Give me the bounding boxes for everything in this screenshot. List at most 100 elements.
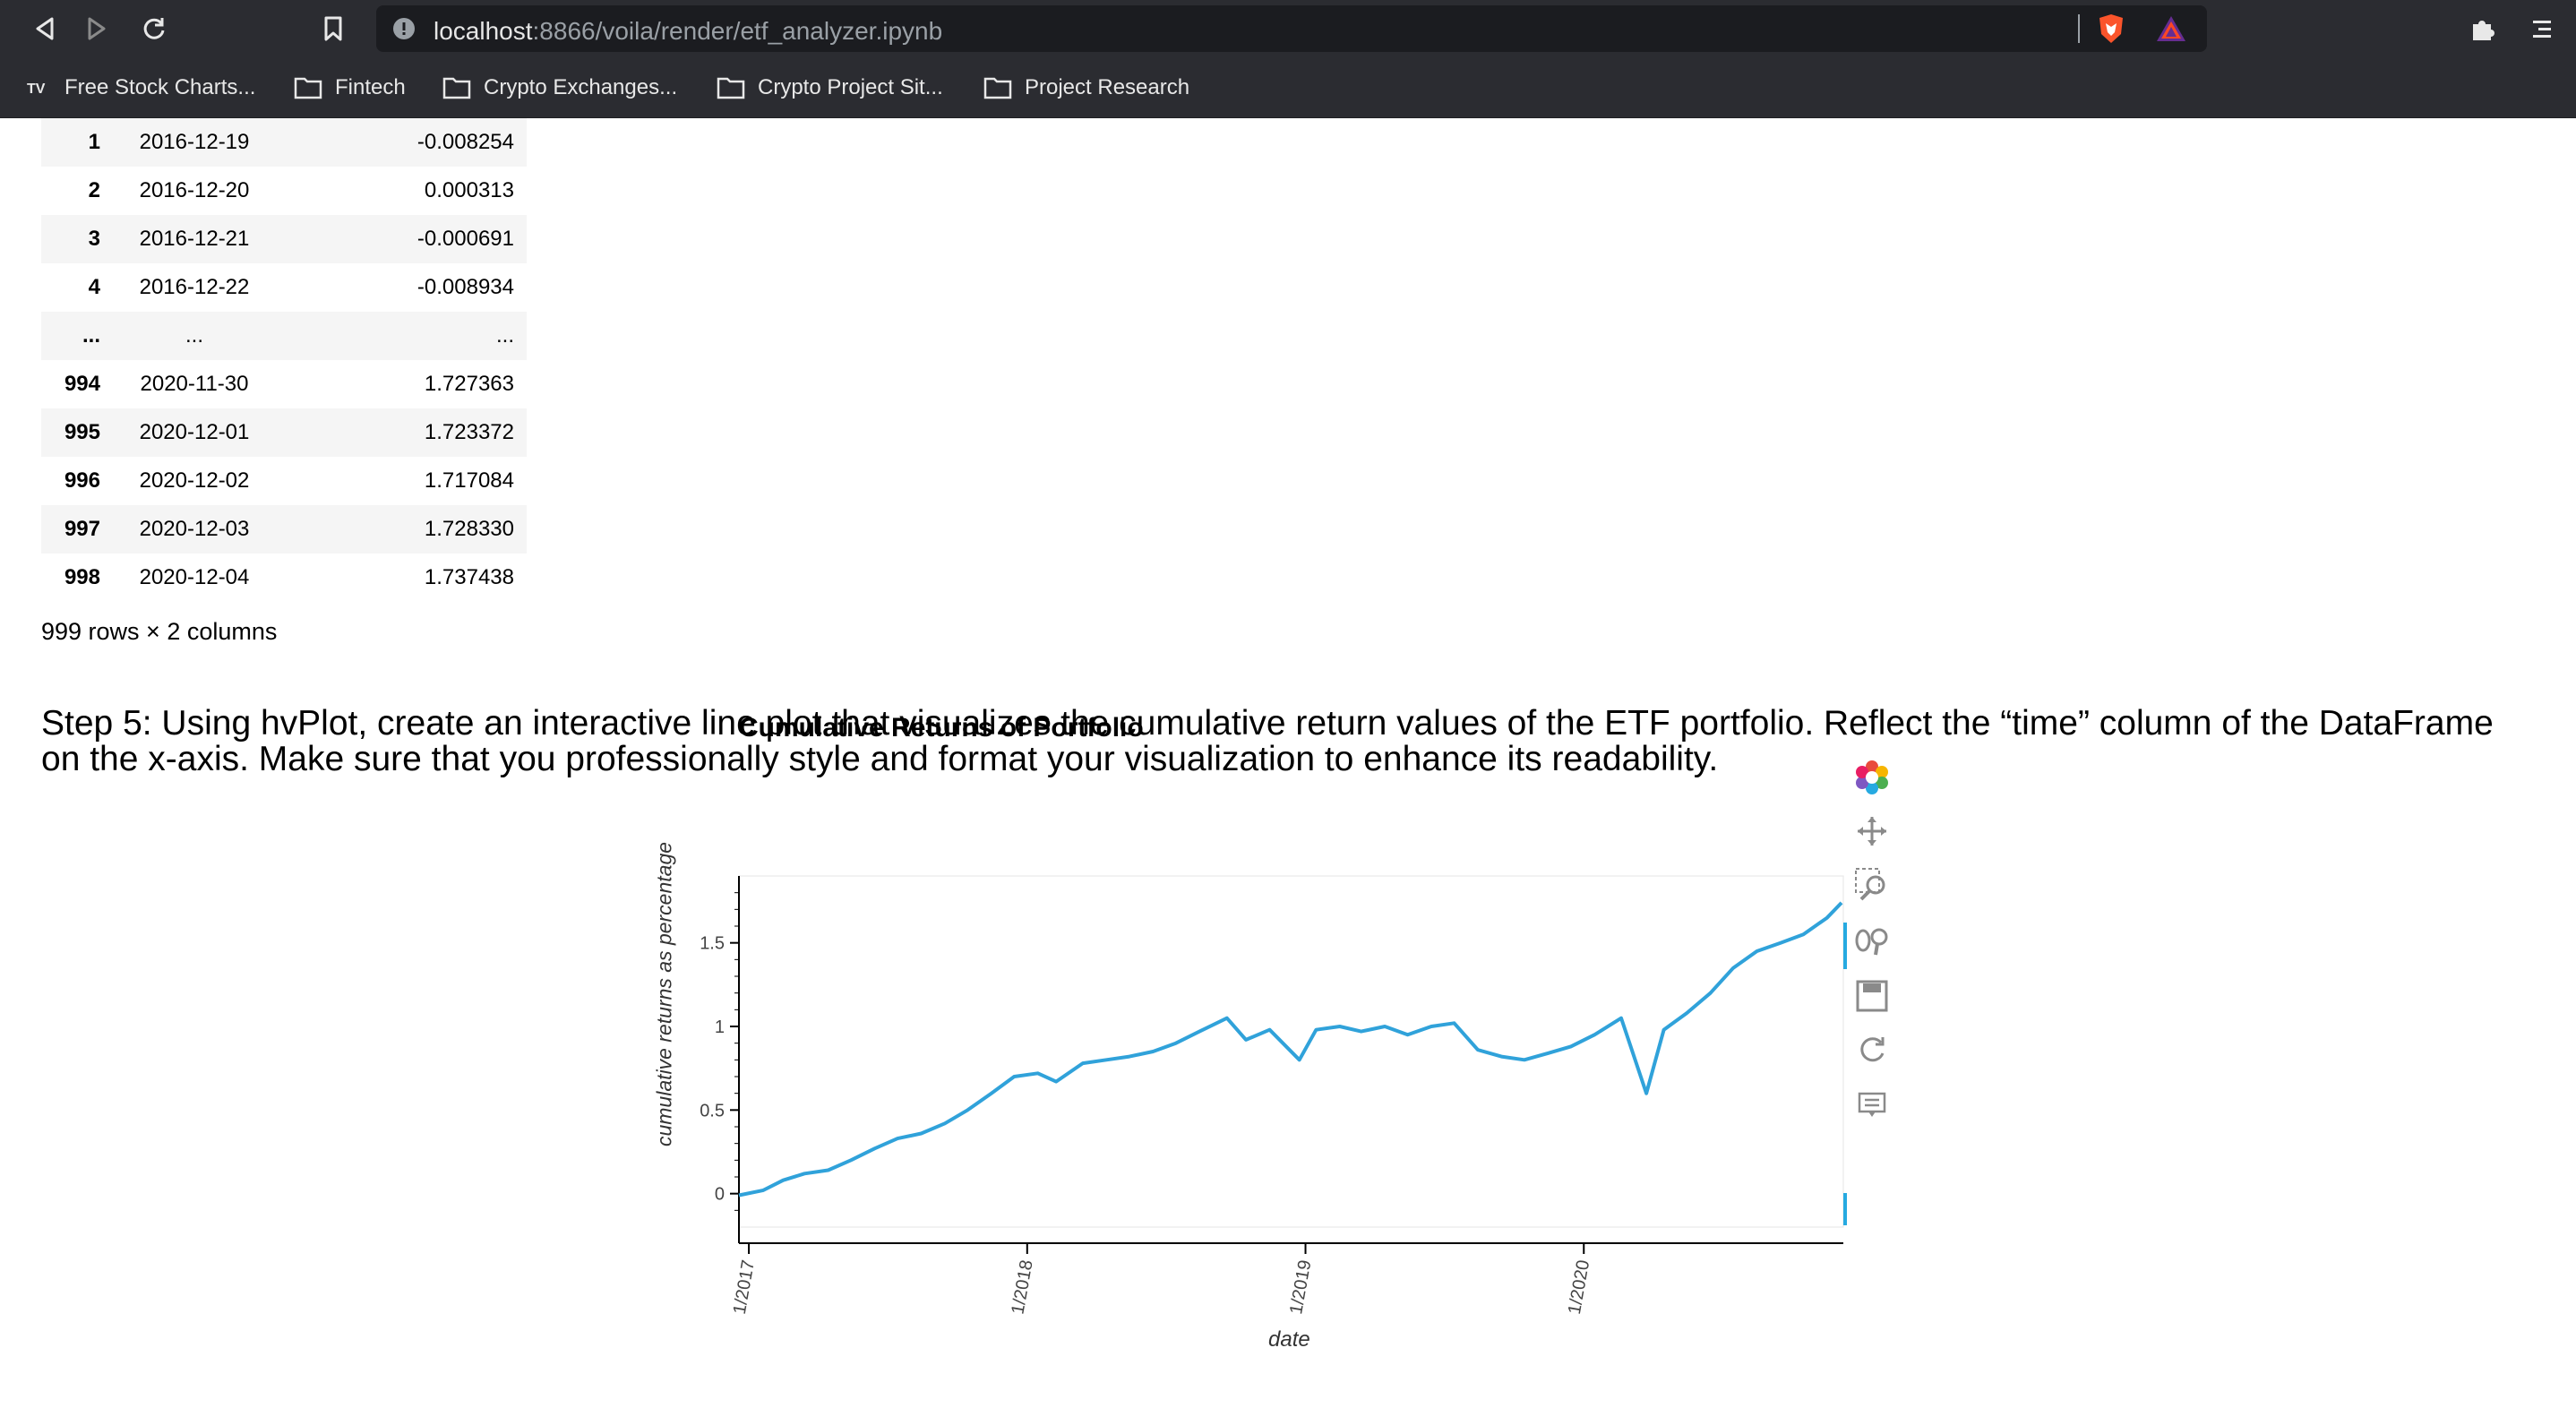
x-tick-label: 1/2020 [1565,1258,1593,1316]
bookmark-project-research[interactable]: Project Research [983,73,1189,102]
row-index-cell: 1 [88,130,100,154]
table-row: 1 2016-12-19 -0.008254 [41,118,527,167]
reload-icon [143,18,165,39]
pan-icon[interactable] [1852,811,1892,851]
browser-toolbar: localhost:8866/voila/render/etf_analyzer… [0,0,2576,57]
svg-text:TV: TV [27,82,46,96]
row-index-cell: 997 [64,517,100,541]
line-chart[interactable]: 0 0.5 1 1.5 1/2017 1/2018 1/2019 1/2020 [627,752,1845,1326]
y-tick-label: 0.5 [700,1101,725,1120]
hover-icon[interactable] [1852,1086,1892,1125]
folder-icon [442,76,471,99]
value-cell: 0.000313 [424,178,514,202]
extensions-button[interactable] [2465,11,2501,47]
bookmark-crypto-exchanges[interactable]: Crypto Exchanges... [442,73,677,102]
y-tick-label: 1 [715,1017,725,1037]
wheel-zoom-icon[interactable] [1852,921,1892,960]
bookmark-free-stock-charts[interactable]: TV Free Stock Charts... [27,73,255,102]
date-cell: 2020-12-01 [139,420,250,444]
table-row: 4 2016-12-22 -0.008934 [41,263,527,312]
bookmark-label: Project Research [1025,75,1190,99]
forward-arrow-icon [88,17,106,40]
folder-icon [983,76,1012,99]
dataframe-table: 1 2016-12-19 -0.008254 2 2016-12-20 0.000313 3… [41,118,527,602]
bokeh-logo-icon[interactable] [1852,758,1892,797]
value-cell: -0.008934 [416,275,514,299]
date-cell: 2020-12-04 [139,565,250,589]
y-tick-label: 1.5 [700,934,725,954]
bookmark-fintech[interactable]: Fintech [294,73,406,102]
row-index-cell: 2 [88,178,100,202]
date-cell: 2016-12-20 [139,178,250,202]
date-cell: ... [185,323,203,348]
brave-shields-icon[interactable] [2096,13,2126,49]
reset-icon[interactable] [1852,1030,1892,1069]
table-row: 996 2020-12-02 1.717084 [41,457,527,505]
back-button[interactable] [27,11,63,47]
row-index-cell: 3 [88,227,100,251]
date-cell: 2016-12-19 [139,130,250,154]
url-text[interactable]: localhost:8866/voila/render/etf_analyzer… [434,17,942,46]
back-arrow-icon [36,17,54,40]
active-tool-indicator [1843,923,1847,969]
row-index-cell: 996 [64,468,100,493]
save-icon[interactable] [1852,976,1892,1016]
url-host: localhost [434,17,533,45]
bookmark-page-button[interactable] [315,11,351,47]
brave-rewards-icon[interactable] [2155,14,2187,47]
date-cell: 2020-12-03 [139,517,250,541]
url-path: :8866/voila/render/etf_analyzer.ipynb [532,17,943,45]
url-divider [2078,14,2080,43]
date-cell: 2020-11-30 [140,372,249,396]
date-cell: 2016-12-22 [139,275,250,299]
active-tool-indicator-2 [1843,1193,1847,1225]
bookmark-label: Fintech [335,75,406,99]
value-cell: 1.728330 [424,517,514,541]
table-row: 997 2020-12-03 1.728330 [41,505,527,554]
bookmark-icon [324,16,342,41]
tradingview-icon: TV [27,80,52,96]
table-row: 2 2016-12-20 0.000313 [41,167,527,215]
value-cell: 1.717084 [424,468,514,493]
x-tick-label: 1/2017 [730,1258,759,1316]
bookmark-label: Crypto Project Sit... [758,75,943,99]
y-tick-label: 0 [715,1185,725,1205]
row-index-cell: ... [82,323,100,348]
chart-title: Cumulative Returns of Portfolio [739,713,1144,743]
folder-icon [294,76,322,99]
value-cell: -0.008254 [416,130,514,154]
dataframe-row-count: 999 rows × 2 columns [41,618,278,645]
value-cell: 1.723372 [424,420,514,444]
x-tick-label: 1/2018 [1008,1258,1036,1316]
series-line[interactable] [738,901,1843,1198]
row-index-cell: 998 [64,565,100,589]
table-row: 3 2016-12-21 -0.000691 [41,215,527,263]
bookmark-label: Free Stock Charts... [64,75,256,99]
value-cell: -0.000691 [416,227,514,251]
x-axis-label: date [1268,1327,1310,1352]
table-row: 995 2020-12-01 1.723372 [41,408,527,457]
folder-icon [717,76,745,99]
plot-toolbar [1842,749,1901,1250]
table-row: ......... [41,312,527,360]
address-bar[interactable]: localhost:8866/voila/render/etf_analyzer… [376,5,2207,52]
site-info-icon[interactable] [392,17,416,45]
forward-button[interactable] [79,11,115,47]
row-index-cell: 995 [64,420,100,444]
date-cell: 2020-12-02 [139,468,250,493]
bookmarks-bar: TV Free Stock Charts... Fintech Crypto E… [0,57,2576,118]
date-cell: 2016-12-21 [139,227,250,251]
bookmark-crypto-project-sites[interactable]: Crypto Project Sit... [717,73,943,102]
hamburger-menu-icon [2533,21,2551,38]
box-zoom-icon[interactable] [1852,865,1892,905]
puzzle-icon [2473,21,2494,40]
value-cell: 1.737438 [424,565,514,589]
table-row: 998 2020-12-04 1.737438 [41,554,527,602]
bookmark-label: Crypto Exchanges... [484,75,678,99]
row-index-cell: 994 [64,372,100,396]
row-index-cell: 4 [88,275,100,299]
menu-button[interactable] [2524,11,2560,47]
reload-button[interactable] [136,11,172,47]
value-cell: ... [495,323,514,348]
table-row: 994 2020-11-30 1.727363 [41,360,527,408]
